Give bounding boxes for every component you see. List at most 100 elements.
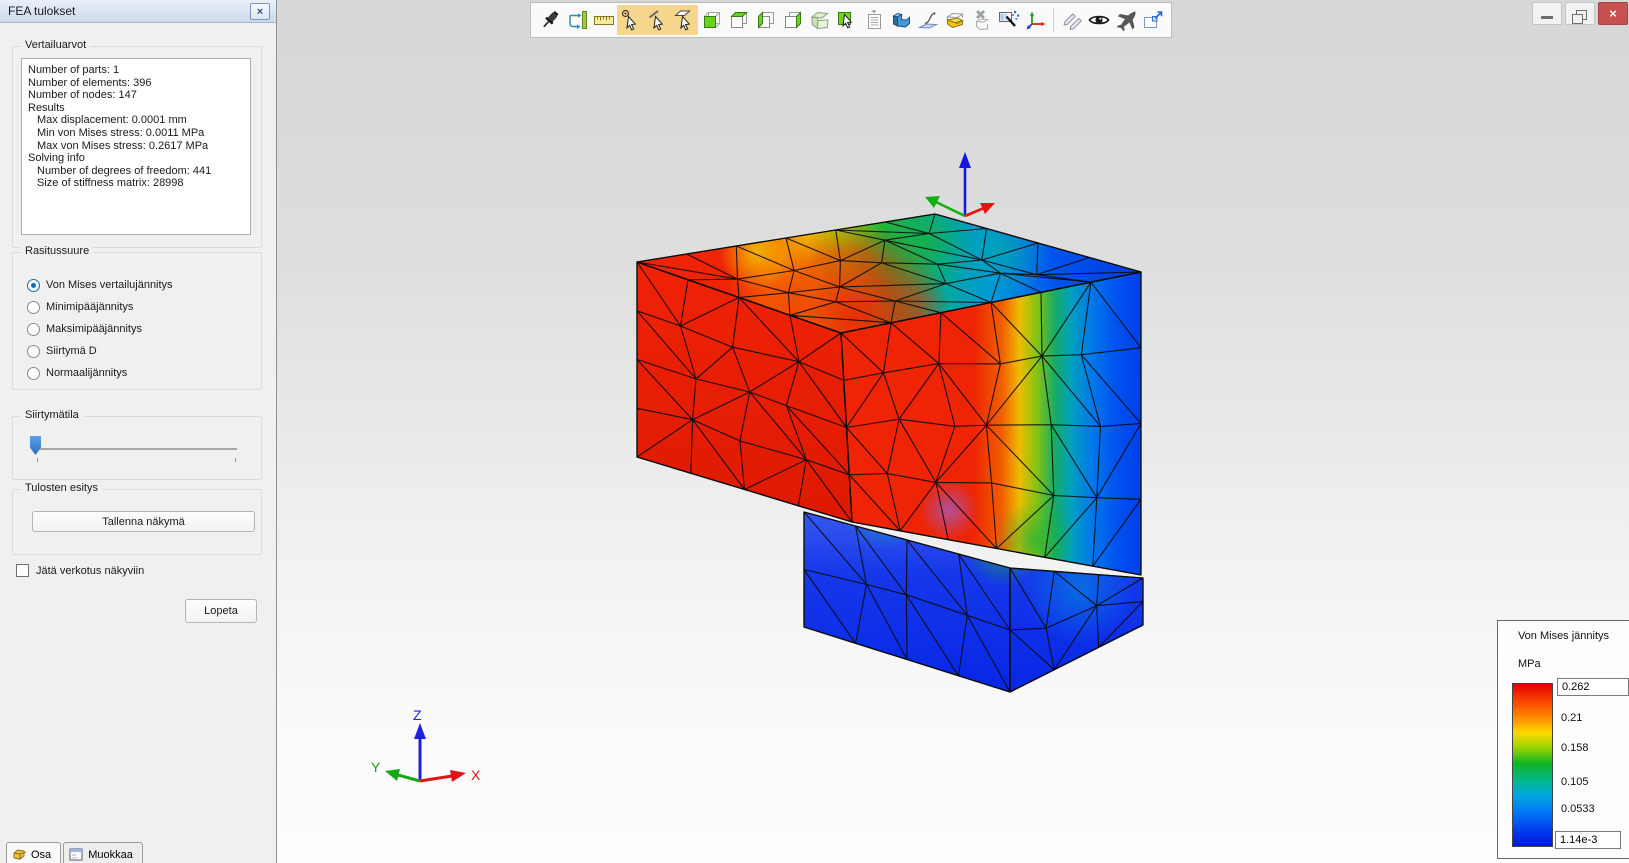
view-isometric-icon[interactable]	[806, 5, 833, 35]
delete-body-icon[interactable]	[968, 5, 995, 35]
stress-legend-panel: Von Mises jännitys MPa 0.21 0.158 0.105 …	[1497, 620, 1629, 859]
eye-icon[interactable]	[1085, 5, 1112, 35]
z-axis-label: Z	[413, 707, 422, 723]
legend-unit: MPa	[1518, 658, 1541, 670]
radio-label: Von Mises vertailujännitys	[46, 279, 173, 291]
result-line: Number of nodes: 147	[28, 89, 137, 102]
legend-min-input[interactable]	[1555, 831, 1621, 849]
select-face-icon[interactable]	[671, 5, 698, 35]
part-icon	[13, 849, 26, 860]
tab-muokkaa[interactable]: Muokkaa	[63, 842, 143, 863]
tab-label: Osa	[31, 848, 52, 861]
keep-mesh-checkbox[interactable]: Jätä verkotus näkyviin	[16, 564, 144, 577]
view-left-icon[interactable]	[752, 5, 779, 35]
popout-view-icon[interactable]	[1139, 5, 1166, 35]
result-line: Number of parts: 1	[28, 64, 120, 76]
surface-sheet-icon[interactable]	[914, 5, 941, 35]
pushpin-icon[interactable]	[536, 5, 563, 35]
view-front-icon[interactable]	[698, 5, 725, 35]
result-line: Max displacement: 0.0001 mm	[37, 114, 187, 127]
radio-displacement[interactable]: Siirtymä D	[27, 343, 97, 359]
table-wand-icon[interactable]	[995, 5, 1022, 35]
radio-icon	[27, 344, 40, 358]
selection-filter-group	[617, 5, 698, 35]
output-groupbox: Tulosten esitys Tallenna näkymä	[12, 482, 262, 555]
view-right-icon[interactable]	[779, 5, 806, 35]
slider-track[interactable]	[35, 448, 237, 451]
main-toolbar	[530, 2, 1172, 38]
airplane-icon[interactable]	[1112, 5, 1139, 35]
tab-osa[interactable]: Osa	[6, 842, 62, 863]
legend-tick: 0.21	[1561, 712, 1583, 724]
fea-results-dialog: FEA tulokset × Vertailuarvot Number of p…	[0, 0, 277, 863]
quit-button[interactable]: Lopeta	[185, 599, 257, 623]
document-tabs: Osa Muokkaa	[6, 842, 143, 863]
ruler-icon[interactable]	[590, 5, 617, 35]
legend-tick: 0.105	[1561, 776, 1589, 788]
dialog-titlebar[interactable]: FEA tulokset	[0, 0, 276, 23]
legend-tick: 0.0533	[1561, 803, 1595, 815]
select-vertex-icon[interactable]	[617, 5, 644, 35]
slider-tick	[37, 458, 38, 462]
close-icon[interactable]: ×	[1598, 2, 1628, 25]
radio-min-principal[interactable]: Minimipääjännitys	[27, 299, 133, 315]
minimize-icon[interactable]	[1532, 2, 1562, 25]
result-line: Number of degrees of freedom: 441	[37, 164, 212, 177]
radio-max-principal[interactable]: Maksimipääjännitys	[27, 321, 142, 337]
select-edge-icon[interactable]	[644, 5, 671, 35]
legend-max-input[interactable]	[1557, 678, 1629, 696]
save-view-button[interactable]: Tallenna näkymä	[32, 511, 255, 532]
displacement-group-label: Siirtymätila	[21, 409, 83, 421]
view-top-icon[interactable]	[725, 5, 752, 35]
stress-group-label: Rasitussuure	[21, 245, 94, 257]
legend-colorbar	[1512, 683, 1553, 847]
x-axis-label: X	[471, 767, 481, 783]
results-group-label: Vertailuarvot	[21, 39, 91, 51]
results-text-area: Number of parts: 1 Number of elements: 3…	[21, 58, 251, 235]
zoom-extents-icon[interactable]	[563, 5, 590, 35]
radio-von-mises[interactable]: Von Mises vertailujännitys	[27, 277, 173, 293]
output-group-label: Tulosten esitys	[21, 482, 102, 494]
result-line: Min von Mises stress: 0.0011 MPa	[37, 126, 205, 139]
displacement-groupbox: Siirtymätila	[12, 409, 262, 480]
dialog-title: FEA tulokset	[8, 4, 76, 18]
radio-selected-icon	[27, 278, 40, 292]
radio-label: Minimipääjännitys	[46, 301, 134, 313]
radio-label: Siirtymä D	[46, 345, 97, 357]
solid-part-icon[interactable]	[887, 5, 914, 35]
checkbox-icon	[16, 564, 29, 577]
slider-thumb[interactable]	[30, 436, 41, 455]
result-line: Solving info	[28, 152, 85, 165]
result-line: Size of stiffness matrix: 28998	[37, 177, 184, 190]
application-window: Z X Y × Von Mises jännitys MPa 0.262 0.2…	[0, 0, 1629, 863]
model-origin-triad-icon	[925, 152, 995, 218]
pencils-icon[interactable]	[1058, 5, 1085, 35]
radio-icon	[27, 322, 40, 336]
radio-label: Normaalijännitys	[46, 367, 128, 379]
results-groupbox: Vertailuarvot Number of parts: 1 Number …	[12, 39, 262, 248]
radio-icon	[27, 300, 40, 314]
radio-normal-stress[interactable]: Normaalijännitys	[27, 365, 127, 381]
radio-icon	[27, 366, 40, 380]
section-box-icon[interactable]	[941, 5, 968, 35]
fea-model[interactable]	[636, 187, 1144, 693]
legend-title: Von Mises jännitys	[1517, 630, 1610, 642]
form-icon	[69, 848, 83, 861]
tab-label: Muokkaa	[88, 848, 133, 861]
properties-list-icon[interactable]	[860, 5, 887, 35]
result-line: Results	[28, 101, 65, 114]
toolbar-separator	[1053, 8, 1054, 32]
select-body-icon[interactable]	[833, 5, 860, 35]
window-controls: ×	[1532, 2, 1628, 25]
result-line: Max von Mises stress: 0.2617 MPa	[37, 139, 209, 152]
world-axis-triad: Z X Y	[371, 707, 481, 783]
slider-tick	[235, 458, 236, 462]
dialog-close-icon[interactable]: ×	[250, 3, 270, 20]
legend-tick: 0.158	[1561, 742, 1589, 754]
restore-icon[interactable]	[1565, 2, 1595, 25]
y-axis-label: Y	[371, 759, 381, 775]
radio-label: Maksimipääjännitys	[46, 323, 142, 335]
stress-groupbox: Rasitussuure Von Mises vertailujännitys …	[12, 245, 262, 390]
result-line: Number of elements: 396	[28, 76, 152, 89]
coordinate-triad-icon[interactable]	[1022, 5, 1049, 35]
